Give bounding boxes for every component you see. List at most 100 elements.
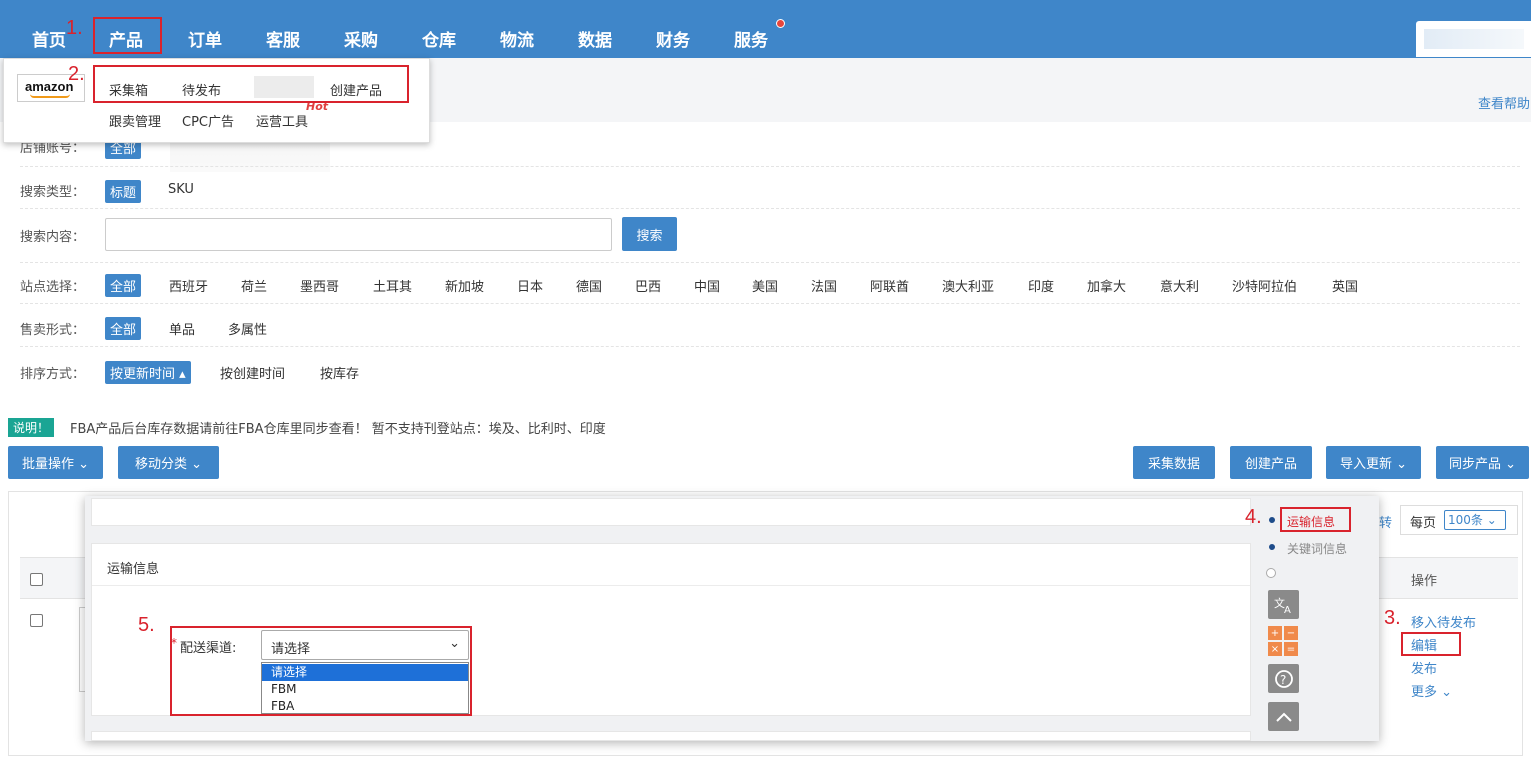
site-netherlands[interactable]: 荷兰 bbox=[241, 276, 267, 295]
site-uk[interactable]: 英国 bbox=[1332, 276, 1358, 295]
calculator-icon[interactable]: + − × = bbox=[1268, 626, 1299, 657]
sale-single[interactable]: 单品 bbox=[169, 319, 195, 338]
sale-all[interactable]: 全部 bbox=[105, 317, 142, 340]
nav-product[interactable]: 产品 bbox=[109, 26, 143, 51]
scroll-top-icon[interactable] bbox=[1268, 702, 1299, 731]
nav-customer-service[interactable]: 客服 bbox=[266, 26, 300, 51]
notice-text: FBA产品后台库存数据请前往FBA仓库里同步查看！ 暂不支持刊登站点：埃及、比利… bbox=[70, 422, 606, 437]
hot-badge: Hot bbox=[306, 100, 329, 113]
select-all-checkbox[interactable] bbox=[30, 573, 43, 586]
site-spain[interactable]: 西班牙 bbox=[169, 276, 208, 295]
nav-orders[interactable]: 订单 bbox=[188, 26, 222, 51]
per-page-label: 每页 bbox=[1410, 516, 1437, 531]
sale-type-label: 售卖形式： bbox=[20, 323, 86, 338]
step-2-label: 2. bbox=[68, 63, 85, 85]
batch-operation-button[interactable]: 批量操作 ⌄ bbox=[8, 446, 103, 479]
site-turkey[interactable]: 土耳其 bbox=[373, 276, 412, 295]
help-link[interactable]: 查看帮助 bbox=[1478, 93, 1530, 112]
nav-service[interactable]: 服务 bbox=[734, 26, 768, 51]
site-france[interactable]: 法国 bbox=[811, 276, 837, 295]
help-icon[interactable]: ? bbox=[1268, 664, 1299, 693]
nav-home[interactable]: 首页 bbox=[32, 26, 66, 51]
divider bbox=[20, 262, 1520, 263]
search-content-label: 搜索内容： bbox=[20, 230, 86, 245]
sort-by-update-time[interactable]: 按更新时间 ▴ bbox=[105, 361, 191, 384]
site-india[interactable]: 印度 bbox=[1028, 276, 1054, 295]
site-japan[interactable]: 日本 bbox=[517, 276, 543, 295]
divider bbox=[20, 166, 1520, 167]
site-australia[interactable]: 澳大利亚 bbox=[942, 276, 994, 295]
option-fba[interactable]: FBA bbox=[262, 698, 468, 715]
sync-product-button[interactable]: 同步产品 ⌄ bbox=[1436, 446, 1529, 479]
nav-dot bbox=[1269, 544, 1275, 550]
nav-finance[interactable]: 财务 bbox=[656, 26, 690, 51]
site-china[interactable]: 中国 bbox=[694, 276, 720, 295]
import-update-button[interactable]: 导入更新 ⌄ bbox=[1326, 446, 1421, 479]
create-product-button[interactable]: 创建产品 bbox=[1230, 446, 1312, 479]
collect-data-button[interactable]: 采集数据 bbox=[1133, 446, 1215, 479]
step-5-label: 5. bbox=[138, 614, 155, 636]
search-type-sku[interactable]: SKU bbox=[168, 182, 194, 197]
menu-create-product[interactable]: 创建产品 bbox=[330, 80, 382, 99]
divider bbox=[20, 346, 1520, 347]
divider bbox=[20, 208, 1520, 209]
site-brazil[interactable]: 巴西 bbox=[635, 276, 661, 295]
nav-warehouse[interactable]: 仓库 bbox=[422, 26, 456, 51]
site-uae[interactable]: 阿联酋 bbox=[870, 276, 909, 295]
sort-label: 排序方式： bbox=[20, 367, 86, 382]
step-1-label: 1. bbox=[66, 17, 83, 39]
site-all[interactable]: 全部 bbox=[105, 274, 142, 297]
site-select-label: 站点选择： bbox=[20, 280, 86, 295]
notice-badge: 说明！ bbox=[8, 418, 55, 437]
user-area[interactable] bbox=[1416, 21, 1531, 57]
site-mexico[interactable]: 墨西哥 bbox=[300, 276, 339, 295]
delivery-channel-label: 配送渠道: bbox=[180, 641, 237, 656]
blurred-shop-accounts bbox=[170, 140, 330, 172]
modal-section-previous bbox=[91, 498, 1251, 526]
modal-section-next bbox=[91, 731, 1251, 741]
nav-purchase[interactable]: 采购 bbox=[344, 26, 378, 51]
sale-multi-variant[interactable]: 多属性 bbox=[228, 319, 267, 338]
column-header-actions: 操作 bbox=[1411, 574, 1438, 589]
nav-dot bbox=[1269, 517, 1275, 523]
nav-logistics[interactable]: 物流 bbox=[500, 26, 534, 51]
blurred-menu-item bbox=[254, 76, 314, 98]
menu-pending-publish[interactable]: 待发布 bbox=[182, 80, 221, 99]
site-italy[interactable]: 意大利 bbox=[1160, 276, 1199, 295]
chevron-down-icon: ⌄ bbox=[449, 636, 460, 651]
notification-dot bbox=[776, 19, 785, 28]
edit-link[interactable]: 编辑 bbox=[1411, 635, 1437, 654]
search-type-title[interactable]: 标题 bbox=[105, 180, 142, 203]
row-checkbox[interactable] bbox=[30, 614, 43, 627]
menu-collect-box[interactable]: 采集箱 bbox=[109, 80, 148, 99]
site-canada[interactable]: 加拿大 bbox=[1087, 276, 1126, 295]
sort-by-stock[interactable]: 按库存 bbox=[320, 363, 359, 382]
option-please-select[interactable]: 请选择 bbox=[262, 664, 468, 681]
option-fbm[interactable]: FBM bbox=[262, 681, 468, 698]
delivery-channel-select[interactable]: 请选择 ⌄ bbox=[261, 630, 469, 660]
menu-operation-tools[interactable]: 运营工具 bbox=[256, 111, 308, 130]
more-link[interactable]: 更多 ⌄ bbox=[1411, 681, 1452, 700]
site-germany[interactable]: 德国 bbox=[576, 276, 602, 295]
side-nav-shipping-info[interactable]: 运输信息 bbox=[1287, 513, 1335, 530]
move-category-button[interactable]: 移动分类 ⌄ bbox=[118, 446, 219, 479]
menu-follow-sell[interactable]: 跟卖管理 bbox=[109, 111, 161, 130]
per-page-select[interactable]: 100条 ⌄ bbox=[1444, 510, 1506, 530]
publish-link[interactable]: 发布 bbox=[1411, 658, 1437, 677]
nav-dot-end bbox=[1266, 568, 1276, 578]
site-saudi-arabia[interactable]: 沙特阿拉伯 bbox=[1232, 276, 1297, 295]
page-jump-link[interactable]: 转 bbox=[1379, 512, 1392, 531]
step-3-label: 3. bbox=[1384, 607, 1401, 629]
sort-by-create-time[interactable]: 按创建时间 bbox=[220, 363, 285, 382]
site-singapore[interactable]: 新加坡 bbox=[445, 276, 484, 295]
side-nav-keyword-info[interactable]: 关键词信息 bbox=[1287, 540, 1347, 557]
nav-data[interactable]: 数据 bbox=[578, 26, 612, 51]
search-type-label: 搜索类型： bbox=[20, 185, 86, 200]
search-button[interactable]: 搜索 bbox=[622, 217, 677, 251]
search-input[interactable] bbox=[105, 218, 612, 251]
translate-icon[interactable]: 文A bbox=[1268, 590, 1299, 619]
menu-cpc-ads[interactable]: CPC广告 bbox=[182, 111, 234, 130]
step-4-label: 4. bbox=[1245, 506, 1262, 528]
site-usa[interactable]: 美国 bbox=[752, 276, 778, 295]
move-to-pending-link[interactable]: 移入待发布 bbox=[1411, 612, 1476, 631]
